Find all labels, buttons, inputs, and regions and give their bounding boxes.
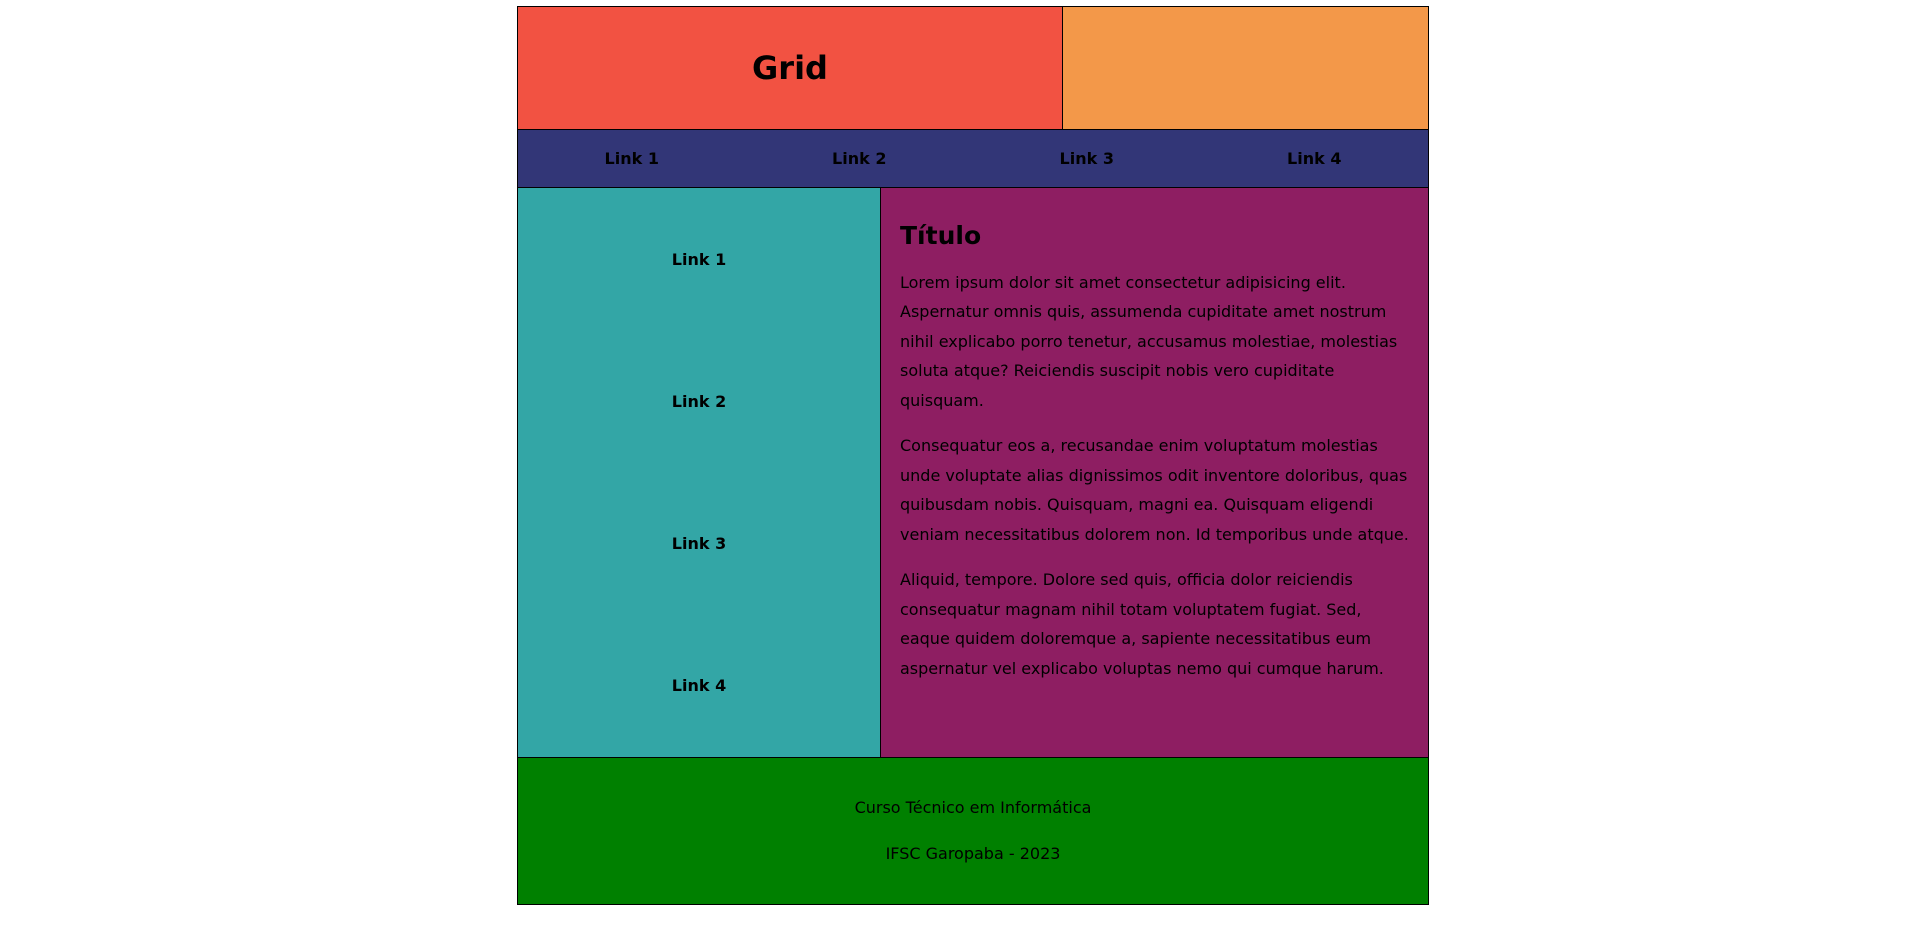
side-nav-link-3[interactable]: Link 3 <box>672 534 726 553</box>
footer-institution: IFSC Garopaba - 2023 <box>885 844 1061 863</box>
side-nav-link-2[interactable]: Link 2 <box>672 392 726 411</box>
content-paragraph-2: Consequatur eos a, recusandae enim volup… <box>900 436 1409 544</box>
main-content: Título Lorem ipsum dolor sit amet consec… <box>881 188 1428 758</box>
side-nav-link-1[interactable]: Link 1 <box>672 250 726 269</box>
side-nav: Link 1 Link 2 Link 3 Link 4 <box>518 188 881 758</box>
footer-course: Curso Técnico em Informática <box>854 798 1092 817</box>
top-nav-link-3[interactable]: Link 3 <box>1060 149 1114 168</box>
content-paragraph-1: Lorem ipsum dolor sit amet consectetur a… <box>900 272 1398 410</box>
top-nav-link-4[interactable]: Link 4 <box>1287 149 1341 168</box>
content-paragraph-3: Aliquid, tempore. Dolore sed quis, offic… <box>900 570 1384 678</box>
page-footer: Curso Técnico em Informática IFSC Garopa… <box>518 758 1428 904</box>
page-title: Grid <box>752 49 828 87</box>
header-side-box <box>1063 7 1428 130</box>
grid-layout: Grid Link 1 Link 2 Link 3 Link 4 Link 1 … <box>517 6 1429 905</box>
side-nav-link-4[interactable]: Link 4 <box>672 676 726 695</box>
top-nav-link-2[interactable]: Link 2 <box>832 149 886 168</box>
top-nav: Link 1 Link 2 Link 3 Link 4 <box>518 130 1428 188</box>
content-title: Título <box>900 221 982 250</box>
page-header: Grid <box>518 7 1063 130</box>
top-nav-link-1[interactable]: Link 1 <box>605 149 659 168</box>
